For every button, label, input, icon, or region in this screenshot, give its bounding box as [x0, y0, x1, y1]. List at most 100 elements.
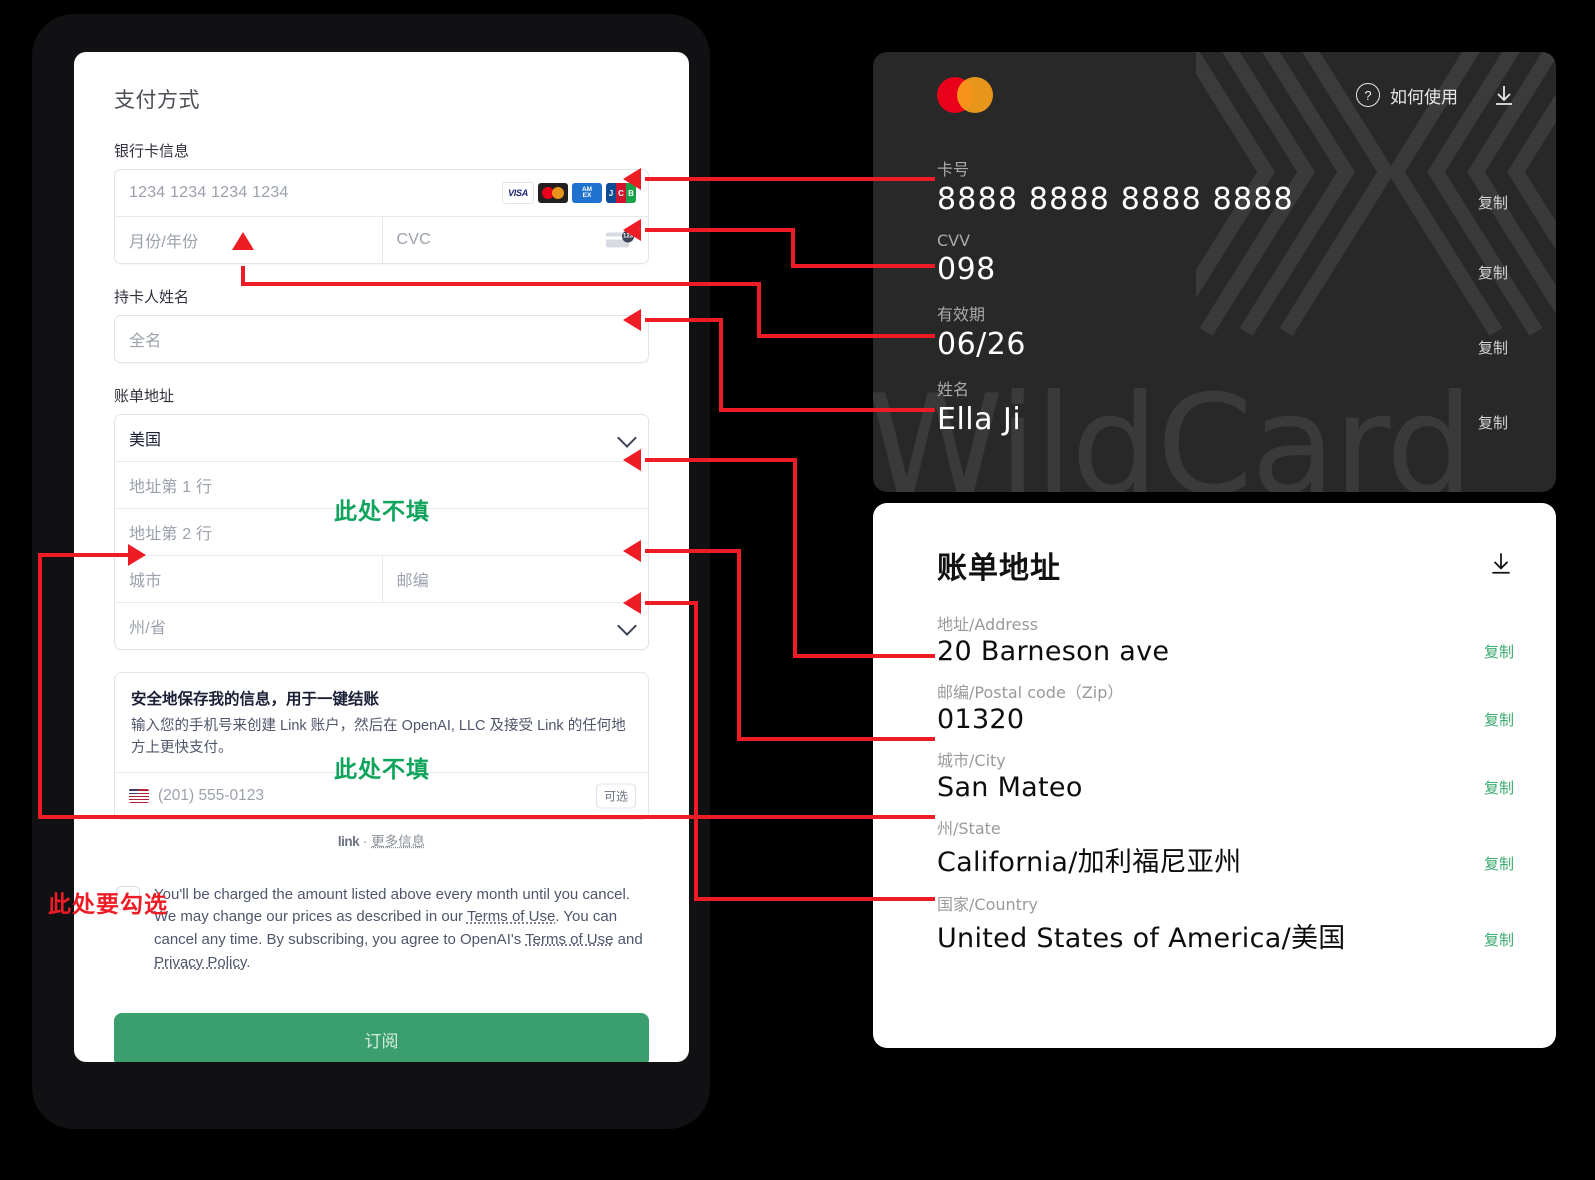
how-to-use-label: 如何使用 [1390, 87, 1458, 107]
wildcard-row-cvv: CVV 098 复制 [937, 231, 1526, 287]
terms-of-use-link-1[interactable]: Terms of Use [467, 908, 555, 925]
annotation-arrow-expiry [232, 232, 254, 250]
state-select[interactable]: 州/省 [115, 602, 648, 649]
copy-button[interactable]: 复制 [1484, 641, 1514, 662]
billing-row-country: 国家/Country United States of America/美国 复… [937, 891, 1514, 955]
copy-button[interactable]: 复制 [1478, 337, 1508, 358]
annotation-arrow-city [128, 544, 146, 566]
country-field[interactable]: 美国 [115, 415, 648, 461]
link-more-info[interactable]: 更多信息 [371, 834, 425, 849]
expiry-placeholder: 月份/年份 [129, 234, 199, 251]
annotation-line-cvc-a [645, 228, 795, 232]
copy-button[interactable]: 复制 [1484, 853, 1514, 874]
country-select[interactable]: 美国 [115, 415, 648, 461]
annotation-line-city-e [38, 553, 130, 557]
copy-button[interactable]: 复制 [1478, 262, 1508, 283]
jcb-letter-j: J [606, 183, 616, 203]
annotation-line-cvc-b [791, 228, 795, 268]
billing-panel-header: 账单地址 [937, 543, 1514, 587]
field-value: 098 [937, 252, 996, 287]
visa-icon: VISA [502, 182, 534, 204]
field-value: 20 Barneson ave [937, 636, 1170, 667]
annotation-line-name-a [645, 318, 723, 322]
link-brand-logo: link [337, 833, 360, 849]
billing-row-city: 城市/City San Mateo 复制 [937, 747, 1514, 803]
copy-button[interactable]: 复制 [1484, 777, 1514, 798]
annotation-line-card-number [645, 177, 935, 181]
annotation-line-address-a [645, 458, 797, 462]
annotation-line-zip-b [737, 549, 741, 741]
field-label: 城市/City [937, 751, 1006, 770]
wildcard-virtual-card: WildCard ? 如何使用 卡号 8888 8888 8888 8888 复… [873, 52, 1556, 492]
annotation-line-city-b [38, 815, 698, 819]
optional-badge: 可选 [595, 783, 636, 808]
state-placeholder: 州/省 [129, 620, 167, 637]
download-icon[interactable] [1492, 83, 1516, 107]
card-number-placeholder: 1234 1234 1234 1234 [129, 184, 289, 201]
download-icon[interactable] [1488, 550, 1514, 581]
field-value: 8888 8888 8888 8888 [937, 182, 1294, 217]
annotation-line-state-b [694, 601, 698, 901]
field-value: California/加利福尼亚州 [937, 847, 1242, 878]
annotation-line-expiry-d [757, 334, 935, 338]
billing-row-state: 州/State California/加利福尼亚州 复制 [937, 815, 1514, 879]
field-label: 姓名 [937, 380, 970, 399]
field-label: 地址/Address [937, 615, 1039, 634]
annotation-arrow-zip [623, 540, 641, 562]
zip-field[interactable]: 邮编 [381, 556, 649, 602]
wildcard-card-header: ? 如何使用 [873, 52, 1556, 138]
field-value: 06/26 [937, 327, 1026, 362]
field-value: San Mateo [937, 772, 1083, 803]
amex-icon: AM EX [572, 183, 602, 203]
cvc-field[interactable]: CVC 123 [381, 217, 649, 263]
link-signup-box: 安全地保存我的信息，用于一键结账 输入您的手机号来创建 Link 账户，然后在 … [114, 672, 649, 820]
card-number-row[interactable]: 1234 1234 1234 1234 VISA AM EX J C B [115, 170, 648, 216]
privacy-policy-link[interactable]: Privacy Policy [154, 954, 246, 971]
screenshot-stage: 支付方式 银行卡信息 1234 1234 1234 1234 VISA AM E… [0, 0, 1595, 1180]
zip-placeholder: 邮编 [396, 573, 429, 590]
field-label: CVV [937, 231, 971, 250]
cardholder-field[interactable]: 全名 [115, 316, 648, 362]
field-label: 卡号 [937, 160, 970, 179]
card-info-group: 1234 1234 1234 1234 VISA AM EX J C B 月份/… [114, 169, 649, 264]
amex-line-2: EX [582, 192, 592, 199]
annotation-note-skip-address2: 此处不填 [334, 498, 430, 524]
copy-button[interactable]: 复制 [1478, 412, 1508, 433]
annotation-line-address-c [793, 654, 935, 658]
us-flag-icon [129, 788, 149, 803]
copy-button[interactable]: 复制 [1484, 929, 1514, 950]
billing-address-panel: 账单地址 地址/Address 20 Barneson ave 复制 邮编/Po… [873, 503, 1556, 1048]
mastercard-icon [538, 183, 568, 203]
link-footer-dot: · [362, 833, 368, 849]
annotation-line-city-d [694, 815, 935, 819]
terms-period: . [246, 953, 251, 971]
how-to-use-button[interactable]: ? 如何使用 [1356, 83, 1458, 108]
terms-of-use-link-2[interactable]: Terms of Use [525, 931, 613, 948]
annotation-line-zip-a [645, 549, 741, 553]
annotation-line-city-a [38, 553, 42, 819]
terms-text: You'll be charged the amount listed abov… [154, 884, 647, 975]
annotation-line-name-c [719, 408, 935, 412]
subscribe-button[interactable]: 订阅 [114, 1012, 649, 1062]
question-mark-icon: ? [1356, 83, 1380, 107]
link-footer: link · 更多信息 [114, 830, 649, 850]
wildcard-row-name: 姓名 Ella Ji 复制 [937, 376, 1526, 437]
wildcard-row-expiry: 有效期 06/26 复制 [937, 301, 1526, 362]
billing-row-zip: 邮编/Postal code（Zip） 01320 复制 [937, 679, 1514, 735]
annotation-line-address-b [793, 458, 797, 658]
city-field[interactable]: 城市 [115, 556, 382, 602]
annotation-note-skip-phone: 此处不填 [334, 756, 430, 782]
cardholder-group[interactable]: 全名 [114, 315, 649, 363]
field-label: 州/State [937, 819, 1001, 838]
expiry-cvc-row: 月份/年份 CVC 123 [115, 216, 648, 263]
copy-button[interactable]: 复制 [1484, 709, 1514, 730]
state-field[interactable]: 州/省 [115, 603, 648, 649]
card-info-label: 银行卡信息 [114, 143, 190, 160]
annotation-line-cvc-c [791, 264, 935, 268]
address2-placeholder: 地址第 2 行 [129, 526, 213, 543]
field-label: 有效期 [937, 305, 986, 324]
copy-button[interactable]: 复制 [1478, 192, 1508, 213]
card-brand-icons: VISA AM EX J C B [502, 182, 636, 204]
terms-agreement: You'll be charged the amount listed abov… [114, 884, 649, 975]
field-value: 01320 [937, 704, 1025, 735]
